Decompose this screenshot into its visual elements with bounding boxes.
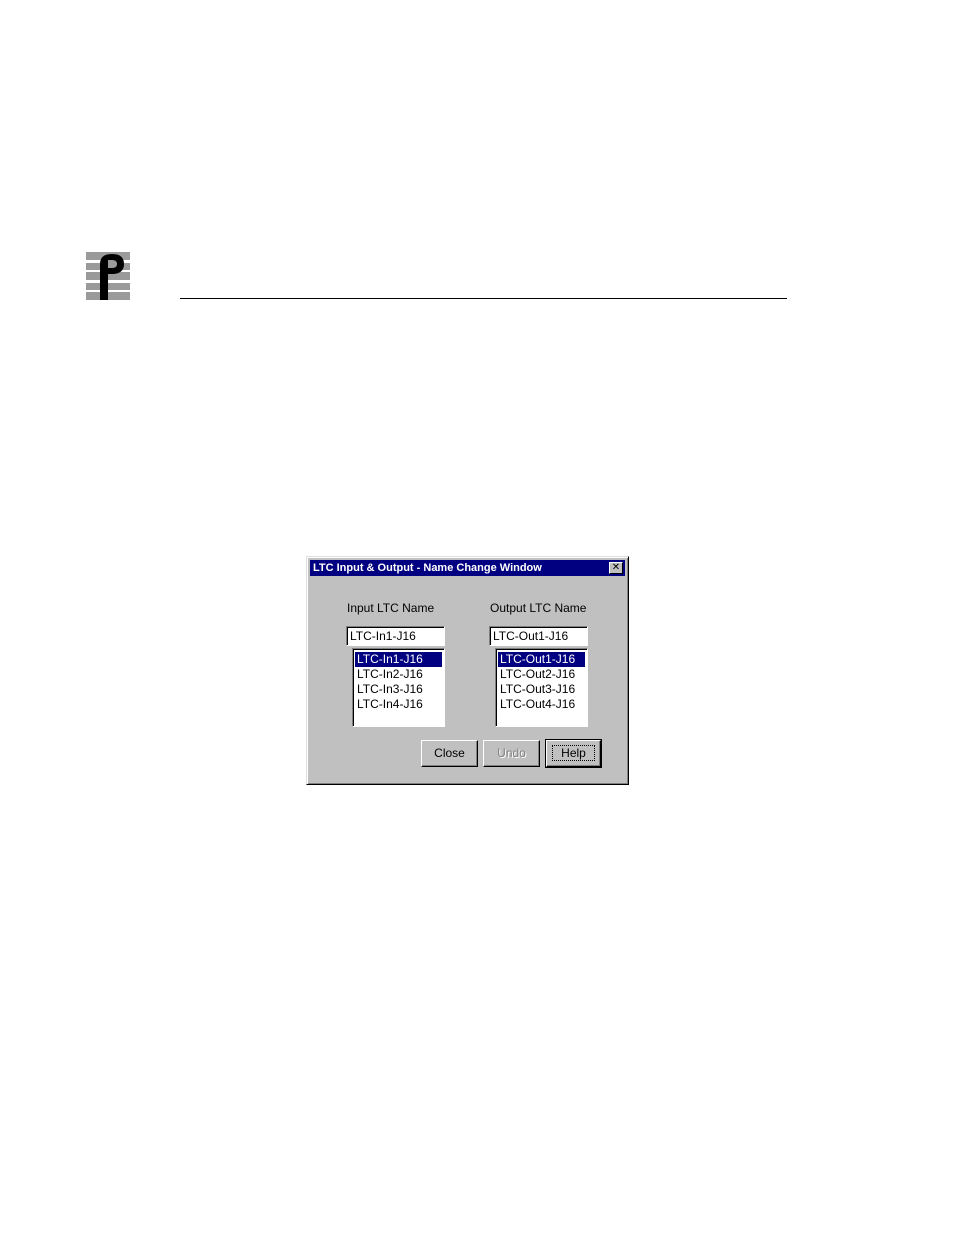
list-item[interactable]: LTC-In1-J16 [355,652,442,667]
undo-button[interactable]: Undo [483,740,540,767]
output-ltc-label: Output LTC Name [490,601,587,615]
company-logo [86,250,130,302]
list-item[interactable]: LTC-In2-J16 [355,667,442,682]
list-item[interactable]: LTC-Out3-J16 [498,682,585,697]
close-icon[interactable]: ✕ [609,562,623,574]
input-ltc-label: Input LTC Name [347,601,435,615]
list-item[interactable]: LTC-Out4-J16 [498,697,585,712]
header-rule [180,298,787,299]
list-item[interactable]: LTC-In3-J16 [355,682,442,697]
close-button[interactable]: Close [421,740,478,767]
dialog-title: LTC Input & Output - Name Change Window [313,562,542,574]
input-ltc-name-field[interactable]: LTC-In1-J16 [346,626,445,646]
help-button[interactable]: Help [545,739,602,768]
output-ltc-listbox[interactable]: LTC-Out1-J16 LTC-Out2-J16 LTC-Out3-J16 LTC-… [495,648,588,727]
output-ltc-name-field[interactable]: LTC-Out1-J16 [489,626,588,646]
list-item[interactable]: LTC-In4-J16 [355,697,442,712]
input-ltc-listbox[interactable]: LTC-In1-J16 LTC-In2-J16 LTC-In3-J16 LTC-In4… [352,648,445,727]
dialog-titlebar[interactable]: LTC Input & Output - Name Change Window … [310,560,625,576]
list-item[interactable]: LTC-Out1-J16 [498,652,585,667]
help-button-label: Help [552,745,595,761]
list-item[interactable]: LTC-Out2-J16 [498,667,585,682]
